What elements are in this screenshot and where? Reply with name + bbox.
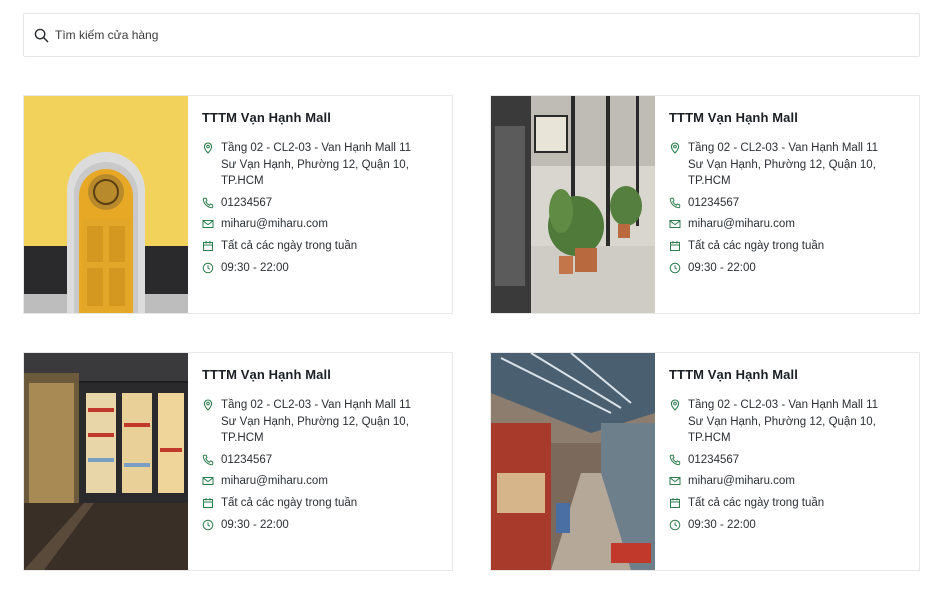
- clock-icon: [669, 262, 681, 274]
- location-pin-icon: [669, 142, 681, 154]
- store-email[interactable]: miharu@miharu.com: [202, 216, 452, 233]
- store-email[interactable]: miharu@miharu.com: [669, 216, 919, 233]
- calendar-icon: [202, 497, 214, 509]
- store-days: Tất cả các ngày trong tuần: [202, 495, 452, 512]
- store-email[interactable]: miharu@miharu.com: [669, 473, 919, 490]
- store-days: Tất cả các ngày trong tuần: [669, 238, 919, 255]
- store-name[interactable]: TTTM Vạn Hạnh Mall: [669, 367, 919, 382]
- clock-icon: [202, 262, 214, 274]
- location-pin-icon: [202, 142, 214, 154]
- store-name[interactable]: TTTM Vạn Hạnh Mall: [202, 110, 452, 125]
- calendar-icon: [202, 240, 214, 252]
- calendar-icon: [669, 497, 681, 509]
- store-address: Tầng 02 - CL2-03 - Van Hạnh Mall 11 Sư V…: [202, 397, 452, 447]
- store-hours: 09:30 - 22:00: [669, 260, 919, 277]
- phone-icon: [669, 197, 681, 209]
- store-address: Tầng 02 - CL2-03 - Van Hạnh Mall 11 Sư V…: [669, 140, 919, 190]
- store-photo: [24, 353, 188, 570]
- store-card[interactable]: TTTM Vạn Hạnh Mall Tầng 02 - CL2-03 - Va…: [490, 95, 920, 314]
- store-name[interactable]: TTTM Vạn Hạnh Mall: [669, 110, 919, 125]
- clock-icon: [202, 519, 214, 531]
- store-days: Tất cả các ngày trong tuần: [202, 238, 452, 255]
- envelope-icon: [202, 475, 214, 487]
- store-photo: [491, 353, 655, 570]
- store-card[interactable]: TTTM Vạn Hạnh Mall Tầng 02 - CL2-03 - Va…: [23, 352, 453, 571]
- calendar-icon: [669, 240, 681, 252]
- envelope-icon: [669, 475, 681, 487]
- store-hours: 09:30 - 22:00: [202, 517, 452, 534]
- store-address: Tầng 02 - CL2-03 - Van Hạnh Mall 11 Sư V…: [202, 140, 452, 190]
- search-icon: [34, 28, 49, 42]
- store-phone[interactable]: 01234567: [202, 452, 452, 469]
- location-pin-icon: [202, 399, 214, 411]
- store-phone[interactable]: 01234567: [202, 195, 452, 212]
- store-photo: [491, 96, 655, 313]
- clock-icon: [669, 519, 681, 531]
- store-phone[interactable]: 01234567: [669, 195, 919, 212]
- phone-icon: [202, 197, 214, 209]
- store-email[interactable]: miharu@miharu.com: [202, 473, 452, 490]
- store-hours: 09:30 - 22:00: [202, 260, 452, 277]
- search-input[interactable]: [55, 28, 855, 42]
- store-hours: 09:30 - 22:00: [669, 517, 919, 534]
- phone-icon: [669, 454, 681, 466]
- store-card[interactable]: TTTM Vạn Hạnh Mall Tầng 02 - CL2-03 - Va…: [23, 95, 453, 314]
- envelope-icon: [669, 218, 681, 230]
- store-name[interactable]: TTTM Vạn Hạnh Mall: [202, 367, 452, 382]
- store-photo: [24, 96, 188, 313]
- store-card[interactable]: TTTM Vạn Hạnh Mall Tầng 02 - CL2-03 - Va…: [490, 352, 920, 571]
- location-pin-icon: [669, 399, 681, 411]
- phone-icon: [202, 454, 214, 466]
- store-days: Tất cả các ngày trong tuần: [669, 495, 919, 512]
- store-address: Tầng 02 - CL2-03 - Van Hạnh Mall 11 Sư V…: [669, 397, 919, 447]
- store-phone[interactable]: 01234567: [669, 452, 919, 469]
- envelope-icon: [202, 218, 214, 230]
- store-search-bar[interactable]: [23, 13, 920, 57]
